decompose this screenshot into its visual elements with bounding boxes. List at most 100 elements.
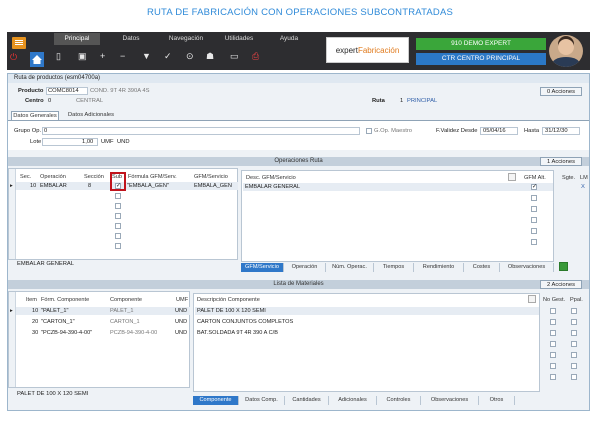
ppal-checkbox[interactable] [571, 330, 577, 336]
tab-gfm-servicio[interactable]: GFM/Servicio [241, 263, 284, 272]
expert-fabricacion-logo: expertFabricación [326, 37, 409, 63]
col-formula: Fórmula GFM/Serv. [128, 174, 177, 180]
tab-cantidades[interactable]: Cantidades [285, 396, 329, 405]
no-gest-checkbox[interactable] [550, 330, 556, 336]
tab-controles[interactable]: Controles [377, 396, 421, 405]
lm-value: X [581, 184, 585, 190]
mat-umf: UND [175, 308, 188, 314]
filter-icon[interactable]: ▼ [142, 51, 151, 61]
tab-num-operac[interactable]: Núm. Operac. [326, 263, 374, 272]
no-gest-checkbox[interactable] [550, 341, 556, 347]
confirm-icon[interactable]: ✓ [164, 51, 172, 62]
company-button[interactable]: 910 DEMO EXPERT [416, 38, 546, 50]
grupo-label: Grupo Op. [14, 128, 42, 134]
tab-operacion[interactable]: Operación [284, 263, 326, 272]
power-icon[interactable]: ⏻ [10, 52, 17, 63]
gfm-alt-checkbox[interactable] [531, 239, 537, 245]
col-gfm-servicio: GFM/Servicio [194, 174, 228, 180]
save-icon[interactable]: ▣ [78, 51, 87, 62]
center-button[interactable]: CTR CENTRO PRINCIPAL [416, 53, 546, 65]
print-icon[interactable]: ⎙ [252, 51, 259, 62]
gfm-alt-checkbox[interactable]: ✓ [531, 184, 537, 190]
col-sgte: Sgte. [562, 175, 576, 181]
tab-utilidades[interactable]: Utilidades [216, 33, 262, 45]
gop-maestro-checkbox[interactable] [366, 128, 372, 134]
add-icon[interactable]: + [100, 51, 105, 61]
ppal-checkbox[interactable] [571, 352, 577, 358]
materiales-grid [8, 291, 190, 388]
col-lm: LM [580, 175, 588, 181]
window-icon[interactable]: ▭ [230, 51, 239, 62]
no-gest-checkbox[interactable] [550, 319, 556, 325]
tab-principal[interactable]: Principal [54, 33, 100, 45]
ppal-checkbox[interactable] [571, 341, 577, 347]
acciones-button-materiales[interactable]: 2 Acciones [540, 280, 582, 289]
edit-icon[interactable] [528, 295, 536, 303]
mat-formula: "CARTON_1" [41, 319, 75, 325]
row-pointer-icon: ▸ [10, 308, 13, 314]
avatar[interactable] [549, 35, 583, 67]
tab-otros[interactable]: Otros [479, 396, 515, 405]
grupo-field[interactable] [42, 127, 360, 135]
componente-desc: PALET DE 100 X 120 SEMI [197, 308, 266, 314]
acciones-button-header[interactable]: 0 Acciones [540, 87, 582, 96]
mat-formula: "PCZB-94-390-4-00" [41, 330, 93, 336]
tab-adicionales[interactable]: Adicionales [329, 396, 377, 405]
sub-checkbox-empty[interactable] [115, 243, 121, 249]
row-pointer-icon: ▸ [10, 183, 13, 189]
validate-icon[interactable]: ⊙ [186, 51, 194, 62]
lote-label: Lote [30, 139, 42, 145]
col-sec: Sec. [20, 174, 32, 180]
remove-icon[interactable]: − [120, 51, 125, 61]
ruta-label: Ruta [372, 98, 385, 104]
gfm-alt-checkbox[interactable] [531, 195, 537, 201]
ppal-checkbox[interactable] [571, 308, 577, 314]
no-gest-checkbox[interactable] [550, 352, 556, 358]
hasta-label: Hasta [524, 128, 540, 134]
gfm-alt-checkbox[interactable] [531, 206, 537, 212]
tab-navegacion[interactable]: Navegación [160, 33, 212, 45]
mat-componente: CARTON_1 [110, 319, 140, 325]
gfm-alt-checkbox[interactable] [531, 228, 537, 234]
gfm-desc: EMBALAR GENERAL [245, 184, 301, 190]
ppal-checkbox[interactable] [571, 363, 577, 369]
producto-desc: COND. 9T 4R 390A 4S [90, 88, 150, 94]
tab-datos-adicionales[interactable]: Datos Adicionales [62, 111, 120, 120]
col-no-gest: No Gest. [543, 297, 566, 303]
sub-checkbox-empty[interactable] [115, 193, 121, 199]
tab-rendimiento[interactable]: Rendimiento [414, 263, 464, 272]
componente-desc: BAT.SOLDADA 9T 4R 390 A C/B [197, 330, 278, 336]
mat-componente: PCZB-94-390-4-00 [110, 330, 158, 336]
mat-componente: PALET_1 [110, 308, 134, 314]
tab-observaciones[interactable]: Observaciones [500, 263, 554, 272]
menu-icon[interactable] [12, 37, 26, 49]
tab-componente[interactable]: Componente [193, 396, 239, 405]
ppal-checkbox[interactable] [571, 374, 577, 380]
tab-ayuda[interactable]: Ayuda [266, 33, 312, 45]
home-button[interactable] [30, 52, 44, 67]
ppal-checkbox[interactable] [571, 319, 577, 325]
tab-costes[interactable]: Costes [464, 263, 500, 272]
no-gest-checkbox[interactable] [550, 363, 556, 369]
sub-checkbox-empty[interactable] [115, 233, 121, 239]
export-icon[interactable] [559, 262, 568, 271]
tab-datos[interactable]: Datos [108, 33, 154, 45]
no-gest-checkbox[interactable] [550, 374, 556, 380]
tab-datos-comp[interactable]: Datos Comp. [239, 396, 285, 405]
new-document-icon[interactable]: ▯ [56, 51, 61, 62]
no-gest-checkbox[interactable] [550, 308, 556, 314]
edit-icon[interactable] [508, 173, 516, 181]
sub-checkbox-empty[interactable] [115, 203, 121, 209]
tab-datos-generales[interactable]: Datos Generales [11, 111, 59, 120]
col-desc-gfm: Desc. GFM/Servicio [246, 175, 296, 181]
tab-tiempos[interactable]: Tiempos [374, 263, 414, 272]
op-formula: "EMBALA_GEN" [127, 183, 169, 189]
hasta-value: 31/12/30 [545, 128, 568, 134]
gfm-alt-checkbox[interactable] [531, 217, 537, 223]
group-icon[interactable]: ☗ [206, 51, 214, 62]
sub-checkbox-empty[interactable] [115, 223, 121, 229]
acciones-button-operaciones[interactable]: 1 Acciones [540, 157, 582, 166]
tab-observaciones-mat[interactable]: Observaciones [421, 396, 479, 405]
sub-checkbox-empty[interactable] [115, 213, 121, 219]
mat-item: 20 [32, 319, 39, 325]
